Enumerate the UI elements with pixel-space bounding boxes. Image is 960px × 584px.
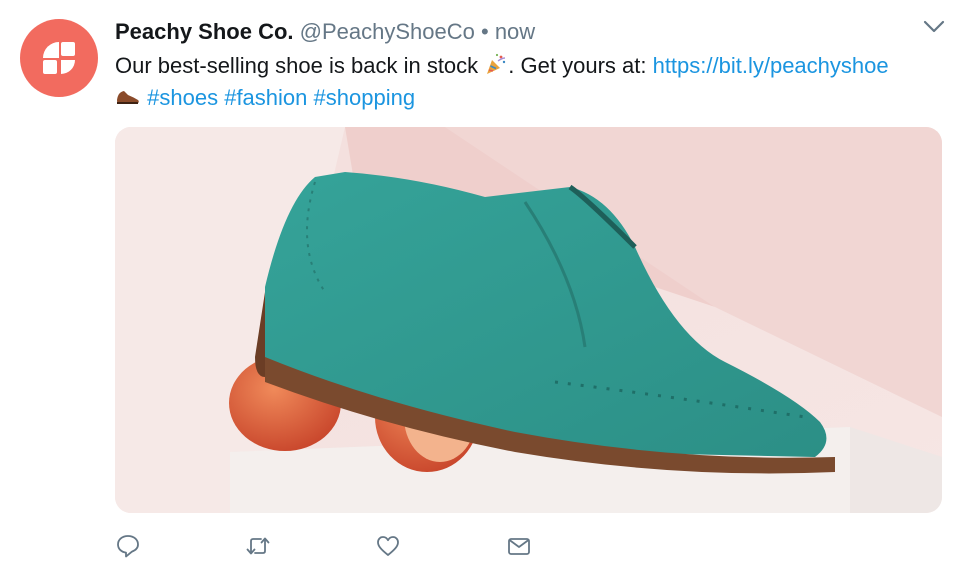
shoe-icon <box>117 91 139 104</box>
party-popper-icon <box>487 53 506 74</box>
envelope-icon[interactable] <box>506 533 532 559</box>
tweet-header: Peachy Shoe Co. @PeachyShoeCo • now <box>115 18 535 46</box>
tweet-actions <box>115 533 615 561</box>
reply-icon[interactable] <box>115 533 141 559</box>
peachy-logo-icon <box>43 42 75 74</box>
hashtag-fashion[interactable]: #fashion <box>224 85 307 110</box>
tweet-text-part-2: . Get yours at: <box>508 53 653 78</box>
avatar[interactable] <box>20 19 98 97</box>
timestamp[interactable]: now <box>495 19 535 44</box>
separator-dot: • <box>480 19 489 44</box>
hashtag-shopping[interactable]: #shopping <box>314 85 416 110</box>
tweet-text-part-1: Our best-selling shoe is back in stock <box>115 53 479 78</box>
heart-icon[interactable] <box>375 533 401 559</box>
tweet-photo[interactable] <box>115 127 942 513</box>
shoe-photo-illustration <box>115 127 942 513</box>
tweet-link[interactable]: https://bit.ly/peachyshoe <box>653 53 889 78</box>
retweet-icon[interactable] <box>245 533 271 559</box>
tweet-card[interactable]: Peachy Shoe Co. @PeachyShoeCo • now Our … <box>0 0 960 584</box>
hashtag-shoes[interactable]: #shoes <box>147 85 218 110</box>
handle[interactable]: @PeachyShoeCo <box>300 19 475 44</box>
display-name[interactable]: Peachy Shoe Co. <box>115 19 294 44</box>
chevron-down-icon[interactable] <box>922 18 946 36</box>
tweet-text: Our best-selling shoe is back in stock .… <box>115 50 935 114</box>
